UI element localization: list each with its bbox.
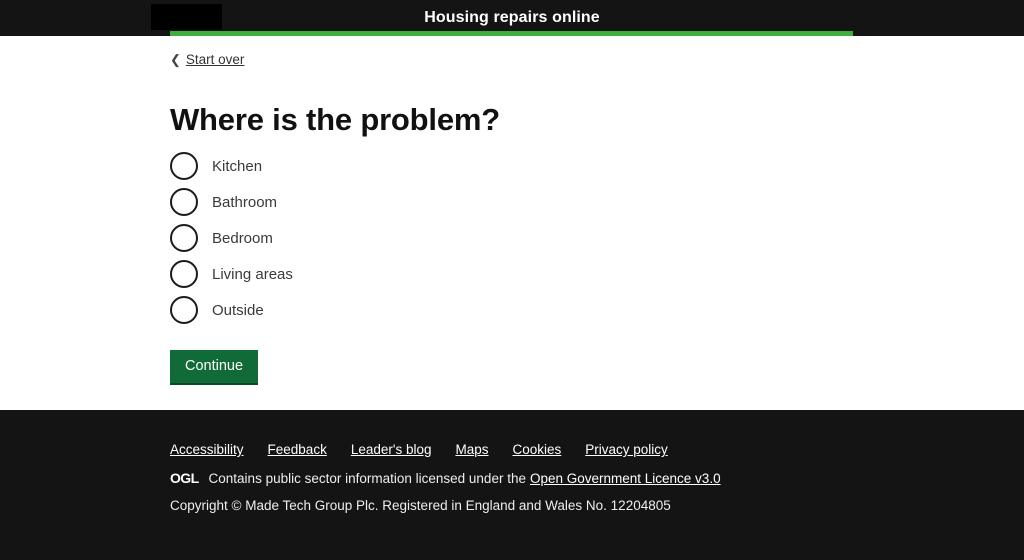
open-government-licence-link[interactable]: Open Government Licence v3.0 [530, 471, 721, 486]
main-content: ❮ Start over Where is the problem? Kitch… [0, 36, 1024, 410]
footer-links: Accessibility Feedback Leader's blog Map… [170, 442, 668, 457]
back-link-row[interactable]: ❮ Start over [170, 52, 244, 67]
licence-text: Contains public sector information licen… [208, 470, 526, 486]
start-over-link[interactable]: Start over [186, 52, 245, 67]
radio-option-kitchen[interactable]: Kitchen [170, 148, 293, 184]
radio-option-label: Living areas [212, 265, 293, 283]
continue-button[interactable]: Continue [170, 350, 259, 383]
page-title: Where is the problem? [170, 102, 500, 137]
footer-link-feedback[interactable]: Feedback [268, 442, 327, 457]
footer-link-privacy-policy[interactable]: Privacy policy [585, 442, 668, 457]
radio-circle-icon[interactable] [170, 224, 198, 252]
footer-link-leaders-blog[interactable]: Leader's blog [351, 442, 432, 457]
ogl-licence-row: OGL Contains public sector information l… [170, 470, 721, 486]
radio-circle-icon[interactable] [170, 296, 198, 324]
radio-option-label: Bedroom [212, 229, 273, 247]
radio-option-label: Kitchen [212, 157, 263, 175]
site-header: Housing repairs online [0, 0, 1024, 40]
radio-circle-icon[interactable] [170, 260, 198, 288]
copyright-text: Copyright © Made Tech Group Plc. Registe… [170, 498, 671, 513]
site-footer: Accessibility Feedback Leader's blog Map… [0, 410, 1024, 560]
footer-link-cookies[interactable]: Cookies [512, 442, 561, 457]
radio-option-outside[interactable]: Outside [170, 292, 293, 328]
radio-option-label: Outside [212, 301, 264, 319]
footer-link-accessibility[interactable]: Accessibility [170, 442, 244, 457]
radio-option-bedroom[interactable]: Bedroom [170, 220, 293, 256]
radio-circle-icon[interactable] [170, 188, 198, 216]
radio-option-label: Bathroom [212, 193, 278, 211]
radio-option-bathroom[interactable]: Bathroom [170, 184, 293, 220]
ogl-logo: OGL [170, 470, 199, 486]
footer-link-maps[interactable]: Maps [455, 442, 488, 457]
radio-option-living-areas[interactable]: Living areas [170, 256, 293, 292]
chevron-left-icon: ❮ [170, 52, 181, 67]
radio-group-location: Kitchen Bathroom Bedroom Living areas Ou… [170, 148, 293, 328]
radio-circle-icon[interactable] [170, 152, 198, 180]
